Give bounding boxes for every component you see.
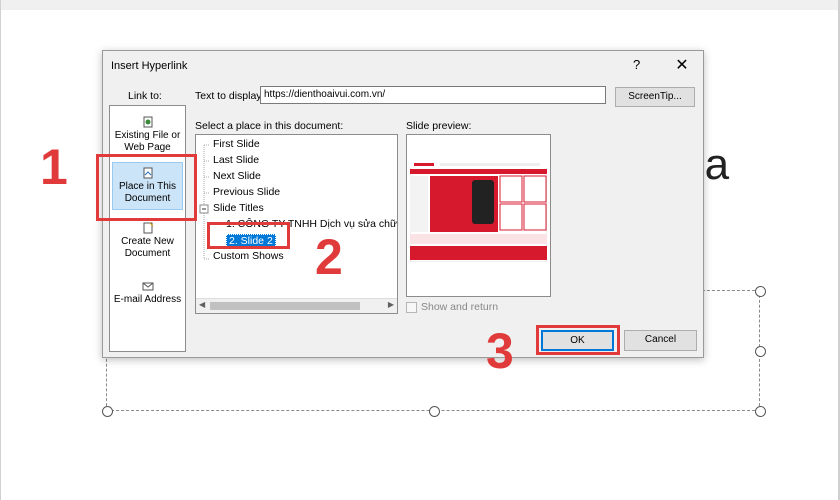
resize-handle-br[interactable] bbox=[755, 406, 766, 417]
link-existing-file-label: Existing File or Web Page bbox=[114, 130, 181, 153]
scroll-right-icon[interactable]: ▶ bbox=[388, 300, 394, 309]
slide-preview-label: Slide preview: bbox=[406, 120, 472, 132]
link-to-label: Link to: bbox=[128, 90, 162, 102]
link-to-panel: Existing File or Web Page Place in This … bbox=[109, 105, 186, 352]
email-icon bbox=[142, 282, 153, 291]
help-button[interactable]: ? bbox=[633, 57, 640, 72]
tree-item[interactable]: Last Slide bbox=[213, 154, 259, 166]
text-to-display-label: Text to display: bbox=[195, 90, 265, 102]
link-create-new-label: Create New Document bbox=[121, 236, 174, 259]
step-number-3: 3 bbox=[486, 323, 514, 379]
scroll-left-icon[interactable]: ◀ bbox=[199, 300, 205, 309]
cancel-button[interactable]: Cancel bbox=[624, 330, 697, 351]
tree-item[interactable]: Previous Slide bbox=[213, 186, 280, 198]
slide-preview bbox=[406, 134, 551, 297]
slide-thumbnail-image bbox=[410, 162, 547, 262]
resize-handle-bl[interactable] bbox=[102, 406, 113, 417]
tree-item[interactable]: Slide Titles bbox=[213, 202, 264, 214]
resize-handle-right[interactable] bbox=[755, 346, 766, 357]
step-number-1: 1 bbox=[40, 139, 68, 195]
tree-item[interactable]: First Slide bbox=[213, 138, 260, 150]
step-number-2: 2 bbox=[315, 229, 343, 285]
text-to-display-input[interactable]: https://dienthoaivui.com.vn/ bbox=[260, 86, 606, 104]
tree-item[interactable]: Next Slide bbox=[213, 170, 261, 182]
highlight-box-place-in-document bbox=[96, 154, 197, 221]
resize-handle-tr[interactable] bbox=[755, 286, 766, 297]
screentip-button[interactable]: ScreenTip... bbox=[615, 87, 695, 107]
resize-handle-bottom[interactable] bbox=[429, 406, 440, 417]
link-create-new[interactable]: Create New Document bbox=[112, 222, 183, 266]
dialog-title: Insert Hyperlink bbox=[111, 60, 188, 72]
close-button[interactable]: ✕ bbox=[673, 55, 691, 75]
link-email[interactable]: E-mail Address bbox=[112, 280, 183, 314]
slide-left-edge bbox=[0, 0, 1, 500]
new-document-icon bbox=[143, 222, 153, 234]
show-and-return-checkbox[interactable] bbox=[406, 302, 417, 313]
highlight-box-slide-2 bbox=[207, 222, 290, 249]
highlight-box-ok bbox=[536, 325, 620, 355]
link-email-label: E-mail Address bbox=[113, 294, 182, 305]
globe-file-icon bbox=[143, 116, 152, 128]
link-existing-file[interactable]: Existing File or Web Page bbox=[112, 116, 183, 158]
select-place-label: Select a place in this document: bbox=[195, 120, 344, 132]
horizontal-scrollbar[interactable]: ◀ ▶ bbox=[196, 298, 397, 313]
scrollbar-thumb[interactable] bbox=[210, 302, 360, 310]
tree-item[interactable]: Custom Shows bbox=[213, 250, 284, 262]
show-and-return-label: Show and return bbox=[421, 301, 499, 313]
